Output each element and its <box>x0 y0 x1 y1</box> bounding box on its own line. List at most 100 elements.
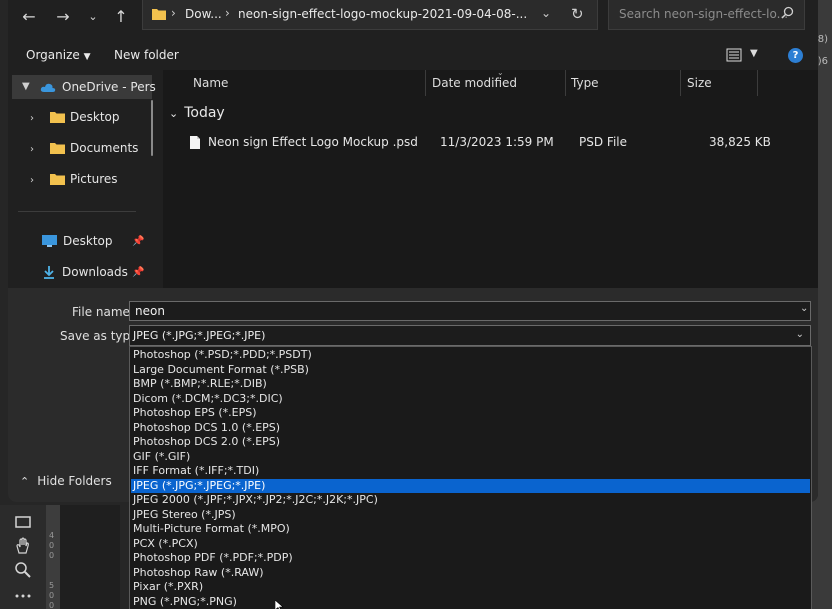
breadcrumb-current-folder[interactable]: neon-sign-effect-logo-mockup-2021-09-04-… <box>238 7 527 21</box>
file-row[interactable]: Neon sign Effect Logo Mockup .psd 11/3/2… <box>163 132 818 154</box>
view-dropdown-chevron-icon[interactable]: ▼ <box>750 48 758 59</box>
download-icon <box>44 266 54 279</box>
hide-folders-button[interactable]: ⌃ Hide Folders <box>20 474 112 488</box>
breadcrumb-separator-icon: › <box>171 6 176 20</box>
view-options-icon[interactable] <box>726 48 742 62</box>
chevron-right-icon[interactable]: › <box>30 113 34 124</box>
nav-item-quick-desktop[interactable]: Desktop <box>42 229 113 253</box>
address-dropdown-chevron-icon[interactable]: ⌄ <box>541 6 551 20</box>
command-bar: Organize ▼ New folder ▼ ? <box>8 40 818 70</box>
search-placeholder: Search neon-sign-effect-lo... <box>619 7 789 21</box>
ruler-label: 0 <box>49 601 55 609</box>
folder-icon <box>152 9 166 20</box>
organize-button[interactable]: Organize ▼ <box>26 48 91 62</box>
recent-locations-chevron-icon[interactable]: ⌄ <box>82 5 104 27</box>
nav-item-onedrive[interactable]: OneDrive - Pers <box>40 75 156 99</box>
column-divider[interactable] <box>680 70 681 96</box>
nav-item-pictures[interactable]: Pictures <box>50 167 118 191</box>
chevron-right-icon[interactable]: › <box>30 175 34 186</box>
marquee-tool-icon[interactable] <box>12 511 34 533</box>
column-header-type[interactable]: Type <box>571 76 599 90</box>
group-label: Today <box>184 105 225 121</box>
save-type-option[interactable]: PCX (*.PCX) <box>131 537 810 552</box>
save-type-option[interactable]: Photoshop Raw (*.RAW) <box>131 566 810 581</box>
save-type-option[interactable]: JPEG 2000 (*.JPF;*.JPX;*.JP2;*.J2C;*.J2K… <box>131 493 810 508</box>
save-type-option[interactable]: Photoshop DCS 2.0 (*.EPS) <box>131 435 810 450</box>
save-type-option[interactable]: Large Document Format (*.PSB) <box>131 363 810 378</box>
column-header-date[interactable]: Date modified <box>432 76 517 90</box>
group-header-today[interactable]: ⌄ Today <box>169 105 225 121</box>
file-name-input[interactable] <box>129 301 811 321</box>
save-type-dropdown-list: Photoshop (*.PSD;*.PDD;*.PSDT) Large Docu… <box>129 346 812 609</box>
folder-icon <box>50 174 65 185</box>
save-type-option[interactable]: Pixar (*.PXR) <box>131 580 810 595</box>
breadcrumb-downloads[interactable]: Dow... <box>185 7 222 21</box>
folder-icon <box>50 143 65 154</box>
up-arrow-icon[interactable]: ↑ <box>110 5 132 27</box>
desktop-icon <box>42 235 57 247</box>
search-icon[interactable] <box>781 6 794 19</box>
column-header-size[interactable]: Size <box>687 76 712 90</box>
chevron-down-icon[interactable]: ▼ <box>22 81 30 92</box>
file-name-dropdown-chevron-icon[interactable]: ⌄ <box>800 303 808 314</box>
save-type-option[interactable]: IFF Format (*.IFF;*.TDI) <box>131 464 810 479</box>
nav-item-documents[interactable]: Documents <box>50 136 138 160</box>
save-type-option[interactable]: PNG (*.PNG;*.PNG) <box>131 595 810 609</box>
file-size: 38,825 KB <box>709 135 771 149</box>
photoshop-toolbar <box>0 505 46 609</box>
file-icon <box>190 136 200 149</box>
address-bar[interactable]: › Dow... › neon-sign-effect-logo-mockup-… <box>142 0 598 30</box>
save-type-select[interactable]: JPEG (*.JPG;*.JPEG;*.JPE) ⌄ <box>129 325 811 346</box>
mouse-cursor-icon <box>275 600 284 609</box>
save-type-option[interactable]: JPEG (*.JPG;*.JPEG;*.JPE) <box>131 478 810 493</box>
nav-item-downloads[interactable]: Downloads <box>42 260 128 284</box>
back-arrow-icon[interactable]: ← <box>18 5 40 27</box>
chevron-down-icon: ⌄ <box>169 106 179 120</box>
hand-tool-icon[interactable] <box>12 535 34 557</box>
save-type-option[interactable]: GIF (*.GIF) <box>131 450 810 465</box>
chevron-down-icon: ▼ <box>83 52 91 62</box>
hide-folders-label: Hide Folders <box>37 474 112 488</box>
nav-item-label: Downloads <box>62 265 128 279</box>
vertical-ruler: 4 0 0 5 0 0 <box>46 505 60 609</box>
nav-item-desktop[interactable]: Desktop <box>50 105 120 129</box>
column-divider[interactable] <box>425 70 426 96</box>
ruler-label: 5 <box>49 581 55 590</box>
new-folder-button[interactable]: New folder <box>114 48 179 62</box>
zoom-tool-icon[interactable] <box>12 559 34 581</box>
folder-icon <box>50 112 65 123</box>
forward-arrow-icon[interactable]: → <box>52 5 74 27</box>
nav-scrollbar[interactable] <box>151 100 153 156</box>
pin-icon[interactable]: 📌 <box>132 236 144 247</box>
save-type-option[interactable]: Photoshop EPS (*.EPS) <box>131 406 810 421</box>
organize-label: Organize <box>26 48 80 62</box>
file-name: Neon sign Effect Logo Mockup .psd <box>208 135 418 149</box>
nav-item-label: Desktop <box>70 110 120 124</box>
ruler-label: 0 <box>49 541 55 550</box>
save-type-option[interactable]: Photoshop PDF (*.PDF;*.PDP) <box>131 551 810 566</box>
save-type-option[interactable]: JPEG Stereo (*.JPS) <box>131 508 810 523</box>
ruler-label: 0 <box>49 591 55 600</box>
cloud-icon <box>40 83 56 92</box>
nav-item-label: Pictures <box>70 172 118 186</box>
breadcrumb-separator-icon: › <box>225 6 230 20</box>
column-header-name[interactable]: Name <box>193 76 228 90</box>
more-tools-icon[interactable] <box>12 585 34 607</box>
nav-item-label: Desktop <box>63 234 113 248</box>
save-type-option[interactable]: Photoshop (*.PSD;*.PDD;*.PSDT) <box>131 348 810 363</box>
pin-icon[interactable]: 📌 <box>132 267 144 278</box>
help-icon[interactable]: ? <box>788 48 803 63</box>
search-box[interactable]: Search neon-sign-effect-lo... <box>608 0 805 30</box>
save-type-option[interactable]: Multi-Picture Format (*.MPO) <box>131 522 810 537</box>
chevron-right-icon[interactable]: › <box>30 144 34 155</box>
refresh-icon[interactable]: ↻ <box>571 5 584 23</box>
nav-item-label: Documents <box>70 141 139 155</box>
save-type-option[interactable]: Dicom (*.DCM;*.DC3;*.DIC) <box>131 392 810 407</box>
save-type-option[interactable]: BMP (*.BMP;*.RLE;*.DIB) <box>131 377 810 392</box>
ruler-label: 4 <box>49 531 55 540</box>
save-type-value: JPEG (*.JPG;*.JPEG;*.JPE) <box>133 329 266 342</box>
save-type-option[interactable]: Photoshop DCS 1.0 (*.EPS) <box>131 421 810 436</box>
column-divider[interactable] <box>565 70 566 96</box>
file-name-label: File name: <box>72 305 134 319</box>
column-divider[interactable] <box>757 70 758 96</box>
